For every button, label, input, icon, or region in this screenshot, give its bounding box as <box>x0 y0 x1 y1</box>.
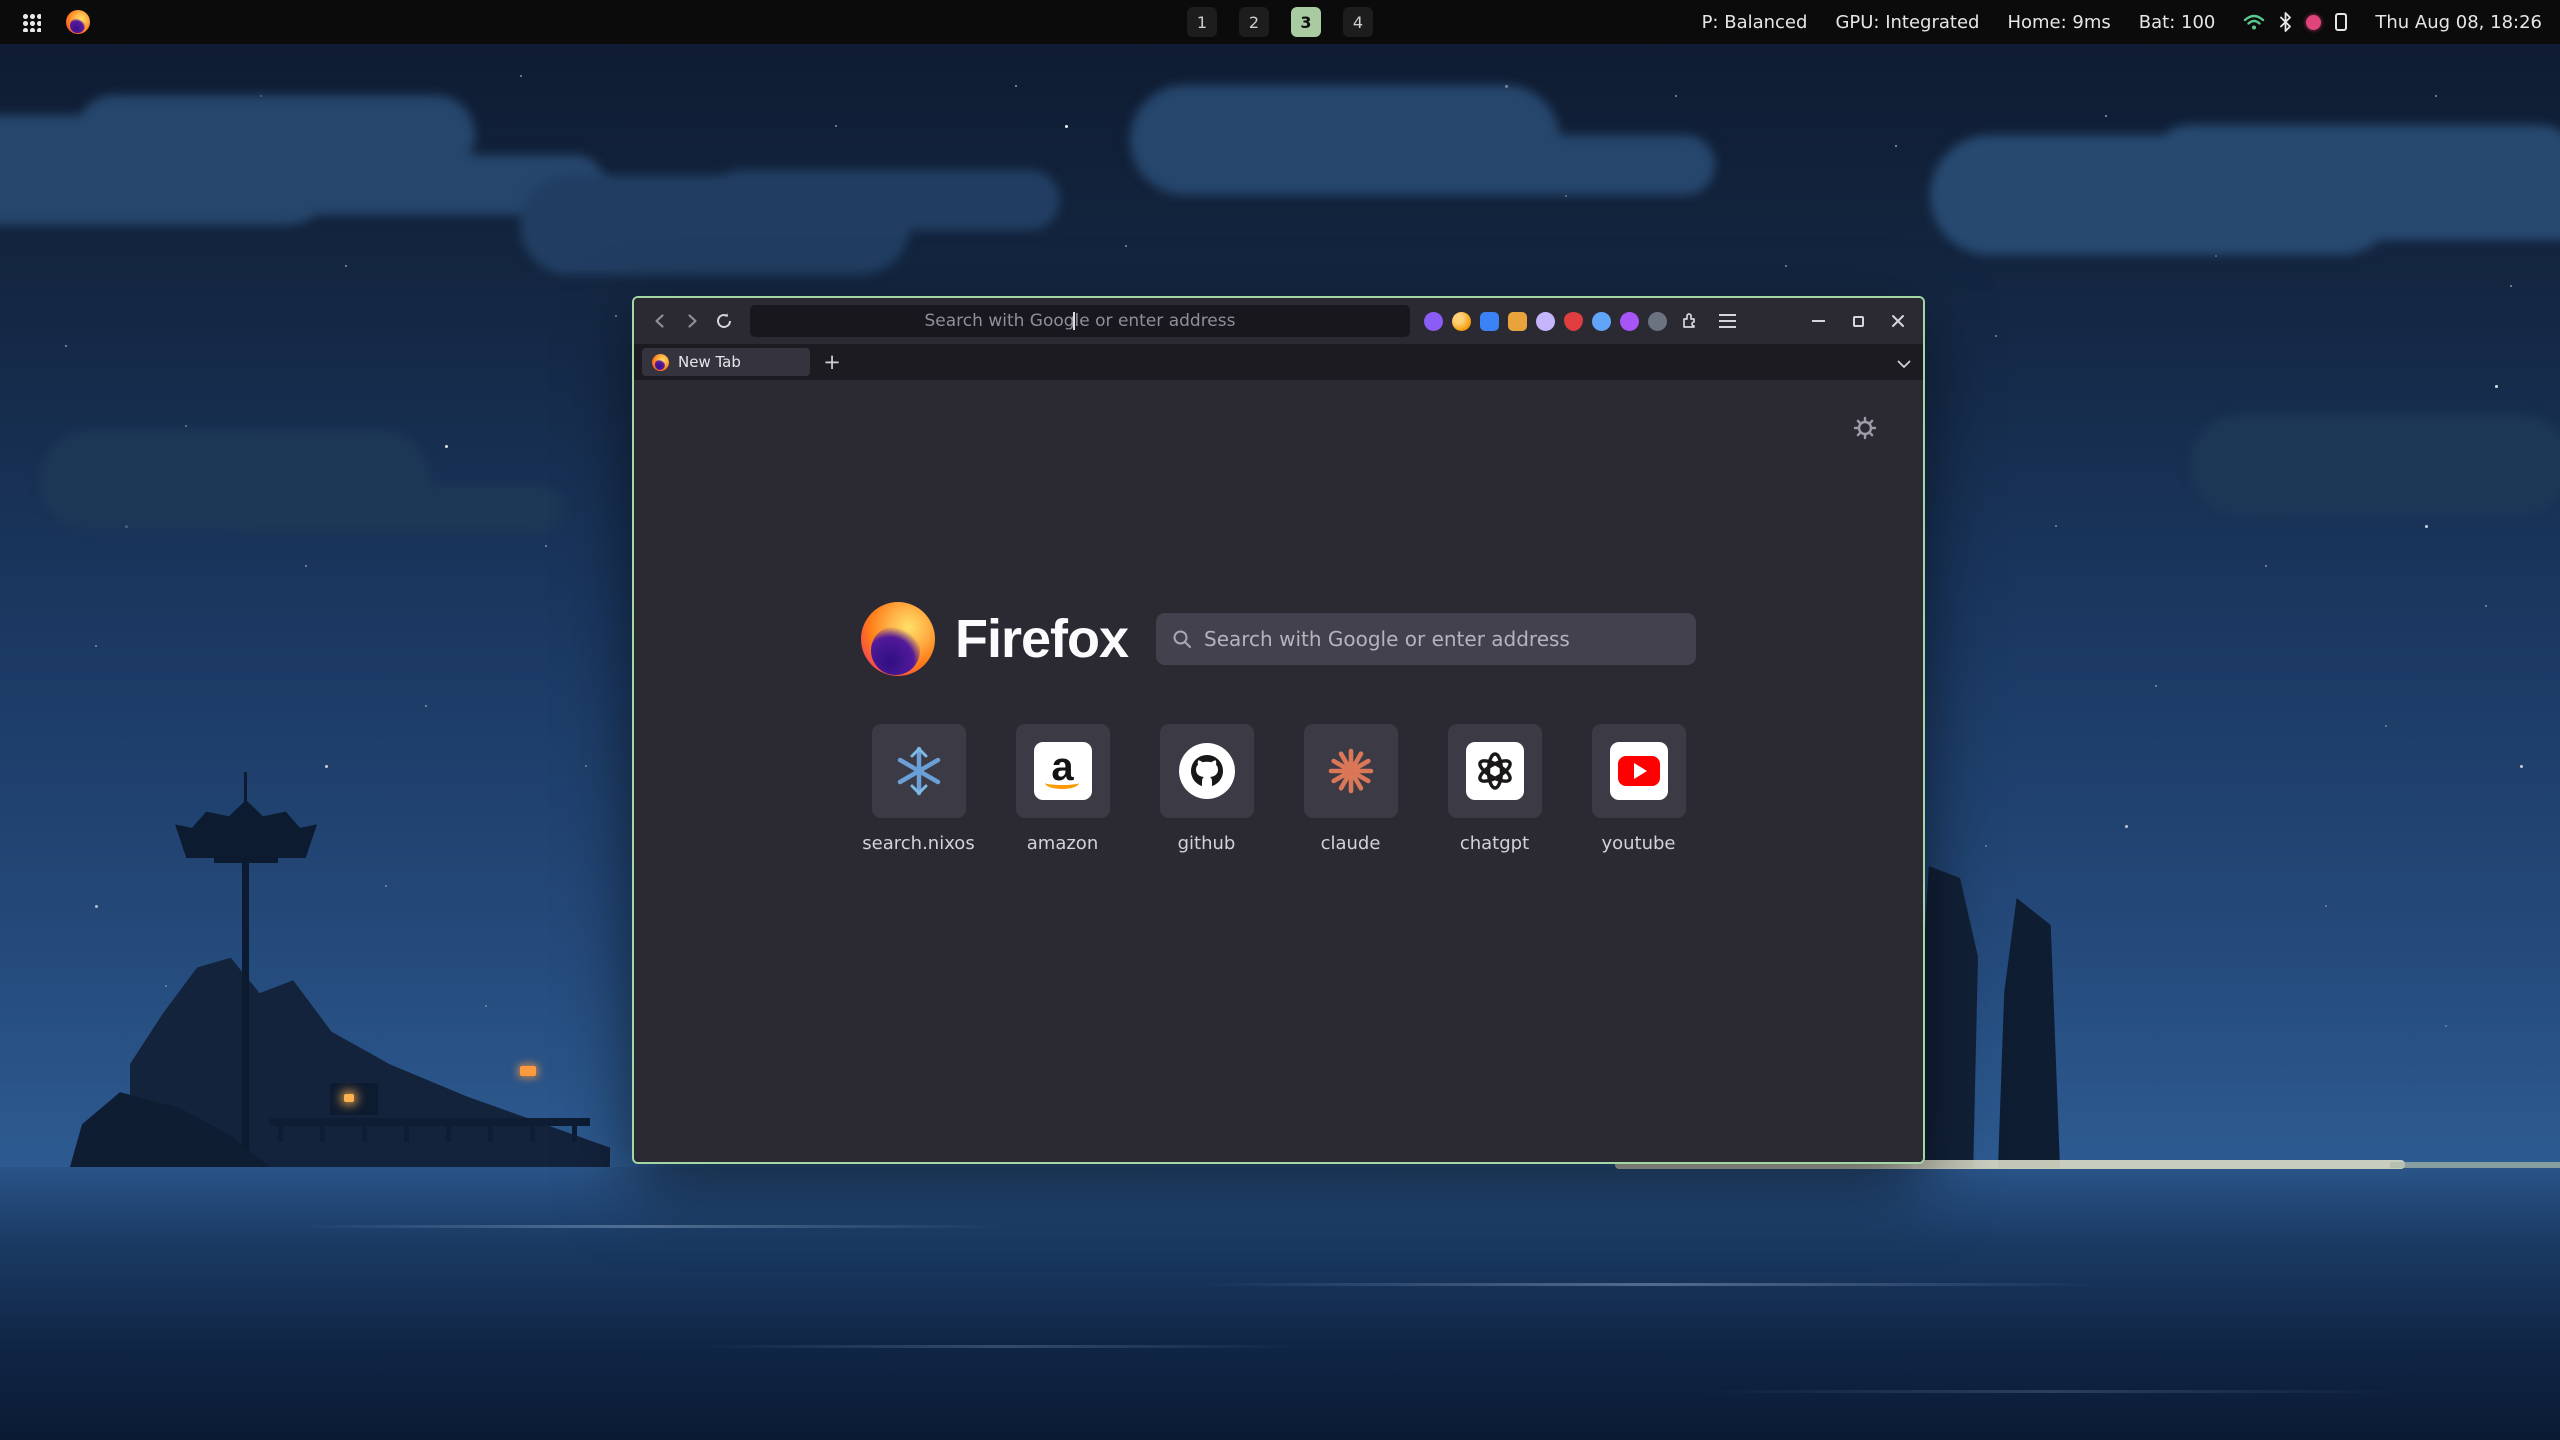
settings-gear-icon[interactable] <box>1853 416 1877 444</box>
extension-icon-5[interactable] <box>1536 312 1555 331</box>
maximize-button[interactable] <box>1843 306 1873 336</box>
extension-icon-2[interactable] <box>1452 312 1471 331</box>
shortcut-label: claude <box>1321 833 1381 854</box>
text-caret <box>1073 312 1075 330</box>
youtube-play-icon <box>1610 742 1668 800</box>
back-button[interactable] <box>644 305 676 337</box>
workspace-switcher: 1 2 3 4 <box>1187 0 1373 44</box>
shortcut-label: github <box>1178 833 1236 854</box>
shortcut-tiles: search.nixos a amazon <box>634 724 1923 854</box>
firefox-launcher-icon[interactable] <box>66 10 90 34</box>
new-tab-button[interactable]: + <box>818 348 846 376</box>
pier <box>270 1118 590 1126</box>
battery-status[interactable]: Bat: 100 <box>2139 12 2216 33</box>
nixos-snowflake-icon <box>872 724 966 818</box>
workspace-button-2[interactable]: 2 <box>1239 7 1269 37</box>
cloud <box>1930 135 2400 255</box>
menu-icon[interactable] <box>1711 305 1743 337</box>
wifi-icon[interactable] <box>2243 13 2265 31</box>
reload-button[interactable] <box>708 305 740 337</box>
clock[interactable]: Thu Aug 08, 18:26 <box>2375 12 2542 33</box>
app-launcher-button[interactable] <box>16 7 46 37</box>
device-icon[interactable] <box>2335 13 2347 31</box>
close-button[interactable] <box>1883 306 1913 336</box>
extension-icon-3[interactable] <box>1480 312 1499 331</box>
shortcut-label: amazon <box>1027 833 1098 854</box>
beach-strip <box>2390 1162 2560 1168</box>
extension-icon-6[interactable] <box>1564 312 1583 331</box>
workspace-button-3-active[interactable]: 3 <box>1291 7 1321 37</box>
cloud <box>0 115 340 225</box>
watchtower-pole <box>242 830 249 1150</box>
tab-list-chevron-icon[interactable] <box>1897 354 1911 373</box>
newtab-search-input[interactable] <box>1204 627 1680 651</box>
minimize-button[interactable] <box>1803 306 1833 336</box>
extension-icon-1[interactable] <box>1424 312 1443 331</box>
claude-starburst-icon <box>1304 724 1398 818</box>
window-controls <box>1803 306 1913 336</box>
system-tray <box>2243 12 2347 32</box>
github-octocat-icon <box>1179 743 1235 799</box>
apps-grid-icon <box>22 13 41 32</box>
workspace-button-4[interactable]: 4 <box>1343 7 1373 37</box>
shortcut-chatgpt[interactable]: chatgpt <box>1423 724 1567 854</box>
firefox-wordmark: Firefox <box>955 608 1128 670</box>
top-bar: 1 2 3 4 P: Balanced GPU: Integrated Home… <box>0 0 2560 44</box>
firefox-window: New Tab + <box>632 296 1925 1164</box>
newtab-search[interactable] <box>1156 613 1696 665</box>
firefox-favicon-icon <box>652 354 669 371</box>
wave-highlight <box>700 1345 1300 1348</box>
tab-title: New Tab <box>678 353 741 371</box>
newtab-hero: Firefox <box>634 380 1923 676</box>
forward-button[interactable] <box>676 305 708 337</box>
shortcut-label: chatgpt <box>1460 833 1529 854</box>
url-bar[interactable] <box>750 305 1410 337</box>
hut-light <box>344 1094 354 1102</box>
firefox-logo <box>861 602 935 676</box>
extension-icon-8[interactable] <box>1620 312 1639 331</box>
power-profile-status[interactable]: P: Balanced <box>1702 12 1808 33</box>
wave-highlight <box>1200 1283 2100 1286</box>
extension-icon-4[interactable] <box>1508 312 1527 331</box>
cloud <box>2190 415 2560 515</box>
shortcut-youtube[interactable]: youtube <box>1567 724 1711 854</box>
cloud <box>520 175 910 275</box>
gpu-status[interactable]: GPU: Integrated <box>1835 12 1979 33</box>
url-input[interactable] <box>750 305 1410 337</box>
topbar-left <box>0 7 90 37</box>
extension-icon-9[interactable] <box>1648 312 1667 331</box>
hut <box>330 1083 378 1115</box>
bluetooth-icon[interactable] <box>2279 12 2292 32</box>
amazon-icon: a <box>1034 742 1092 800</box>
tab-new-tab[interactable]: New Tab <box>642 348 810 376</box>
search-icon <box>1172 629 1192 649</box>
pier-posts <box>278 1126 584 1142</box>
topbar-right: P: Balanced GPU: Integrated Home: 9ms Ba… <box>1702 12 2560 33</box>
watchtower <box>244 772 247 802</box>
shortcut-label: youtube <box>1601 833 1675 854</box>
indicator-icon[interactable] <box>2306 15 2321 30</box>
shortcut-amazon[interactable]: a amazon <box>991 724 1135 854</box>
openai-knot-icon <box>1466 742 1524 800</box>
wave-highlight <box>300 1225 1000 1228</box>
workspace-button-1[interactable]: 1 <box>1187 7 1217 37</box>
sign-light <box>520 1066 536 1076</box>
wave-highlight <box>1700 1390 2400 1393</box>
shortcut-label: search.nixos <box>862 833 974 854</box>
new-tab-page: Firefox <box>634 380 1923 1162</box>
shortcut-github[interactable]: github <box>1135 724 1279 854</box>
extension-icon-7[interactable] <box>1592 312 1611 331</box>
extension-icons <box>1424 312 1667 331</box>
browser-toolbar <box>634 298 1923 344</box>
shortcut-search-nixos[interactable]: search.nixos <box>847 724 991 854</box>
wallpaper-ocean <box>0 1167 2560 1440</box>
desktop: 1 2 3 4 P: Balanced GPU: Integrated Home… <box>0 0 2560 1440</box>
extensions-puzzle-icon[interactable] <box>1673 305 1705 337</box>
shortcut-claude[interactable]: claude <box>1279 724 1423 854</box>
hamburger-icon <box>1719 320 1736 322</box>
network-latency-status[interactable]: Home: 9ms <box>2007 12 2110 33</box>
cloud <box>1130 85 1560 195</box>
tab-bar: New Tab + <box>634 344 1923 380</box>
cloud <box>40 430 430 530</box>
